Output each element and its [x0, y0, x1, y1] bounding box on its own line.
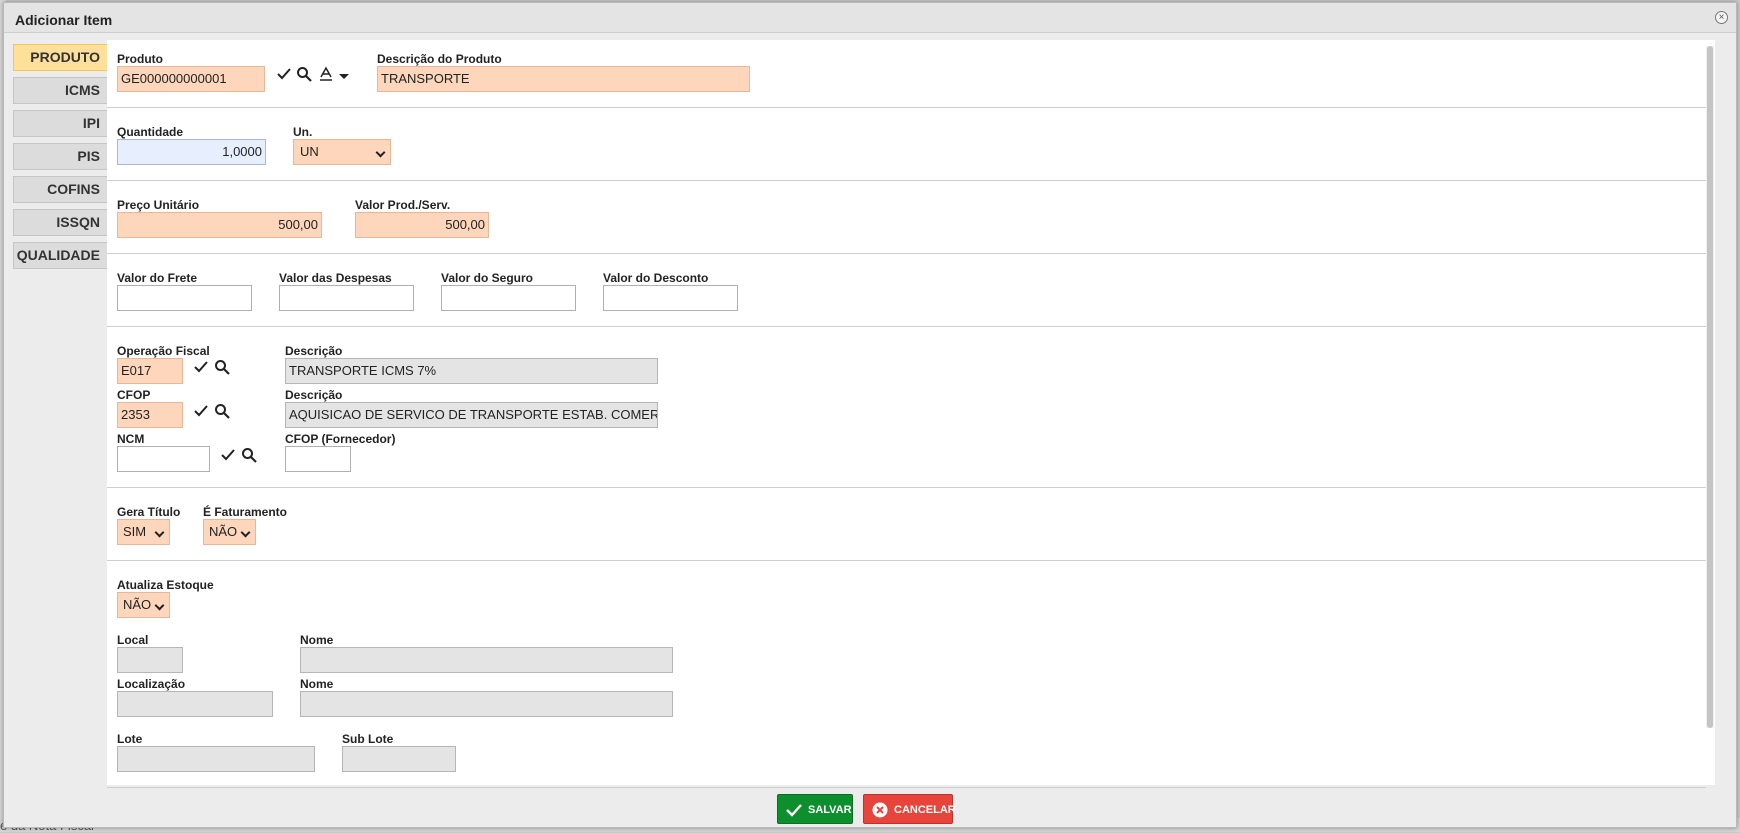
tab-pis[interactable]: PIS: [13, 143, 109, 170]
cfop-descricao-label: Descrição: [285, 388, 343, 402]
local-input: [117, 647, 183, 673]
atualiza-estoque-label: Atualiza Estoque: [117, 578, 214, 592]
preco-unitario-label: Preço Unitário: [117, 198, 200, 212]
text-format-icon[interactable]: [318, 66, 334, 82]
section-divider: [107, 253, 1706, 254]
scrollbar-thumb[interactable]: [1707, 46, 1713, 728]
cancel-button[interactable]: CANCELAR: [863, 794, 956, 824]
valor-prod-input[interactable]: 500,00: [355, 212, 489, 238]
operacao-descricao-input: TRANSPORTE ICMS 7%: [285, 358, 658, 384]
valor-frete-input[interactable]: [117, 285, 252, 311]
local-nome-input: [300, 647, 673, 673]
valor-desconto-input[interactable]: [603, 285, 738, 311]
faturamento-select[interactable]: NÃO: [203, 519, 256, 545]
valor-despesas-label: Valor das Despesas: [279, 271, 392, 285]
cancel-circle-icon: [872, 802, 888, 818]
unidade-select[interactable]: UN: [293, 139, 391, 165]
tab-issqn[interactable]: ISSQN: [13, 209, 109, 236]
valor-seguro-label: Valor do Seguro: [441, 271, 534, 285]
side-tabs: PRODUTO ICMS IPI PIS COFINS ISSQN QUALID…: [13, 44, 109, 275]
atualiza-estoque-select[interactable]: NÃO: [117, 592, 170, 618]
close-icon[interactable]: ×: [1715, 11, 1728, 24]
valor-prod-label: Valor Prod./Serv.: [355, 198, 451, 212]
operacao-fiscal-input[interactable]: E017: [117, 358, 183, 384]
search-icon[interactable]: [241, 447, 257, 463]
valor-seguro-input[interactable]: [441, 285, 576, 311]
section-divider: [107, 180, 1706, 181]
sublote-label: Sub Lote: [342, 732, 394, 746]
dialog-titlebar: Adicionar Item ×: [4, 3, 1736, 33]
local-label: Local: [117, 633, 149, 647]
descricao-produto-input[interactable]: TRANSPORTE: [377, 66, 750, 92]
check-icon[interactable]: [220, 447, 236, 463]
sublote-input: [342, 746, 456, 772]
dialog-title: Adicionar Item: [15, 12, 113, 28]
section-divider: [107, 787, 1706, 788]
search-icon[interactable]: [214, 359, 230, 375]
produto-label: Produto: [117, 52, 163, 66]
valor-frete-label: Valor do Frete: [117, 271, 198, 285]
search-icon[interactable]: [296, 66, 312, 82]
operacao-descricao-label: Descrição: [285, 344, 343, 358]
faturamento-label: É Faturamento: [203, 505, 288, 519]
tab-ipi[interactable]: IPI: [13, 110, 109, 137]
localizacao-nome-label: Nome: [300, 677, 334, 691]
localizacao-nome-input: [300, 691, 673, 717]
gera-titulo-label: Gera Título: [117, 505, 181, 519]
cancel-button-label: CANCELAR: [894, 804, 956, 816]
produto-input[interactable]: GE000000000001: [117, 66, 265, 92]
quantidade-label: Quantidade: [117, 125, 184, 139]
valor-desconto-label: Valor do Desconto: [603, 271, 709, 285]
localizacao-label: Localização: [117, 677, 186, 691]
cfop-fornecedor-label: CFOP (Fornecedor): [285, 432, 396, 446]
cfop-label: CFOP: [117, 388, 151, 402]
local-nome-label: Nome: [300, 633, 334, 647]
section-divider: [107, 107, 1706, 108]
unidade-label: Un.: [293, 125, 313, 139]
preco-unitario-input[interactable]: 500,00: [117, 212, 322, 238]
tab-qualidade[interactable]: QUALIDADE: [13, 242, 109, 269]
lote-input: [117, 746, 315, 772]
quantidade-input[interactable]: 1,0000: [117, 139, 266, 165]
tab-cofins[interactable]: COFINS: [13, 176, 109, 203]
chevron-down-icon[interactable]: [336, 68, 352, 84]
save-button-label: SALVAR: [808, 804, 852, 816]
cfop-descricao-input: AQUISICAO DE SERVICO DE TRANSPORTE ESTAB…: [285, 402, 658, 428]
descricao-produto-label: Descrição do Produto: [377, 52, 502, 66]
ncm-input[interactable]: [117, 446, 210, 472]
lote-label: Lote: [117, 732, 143, 746]
operacao-fiscal-label: Operação Fiscal: [117, 344, 210, 358]
valor-despesas-input[interactable]: [279, 285, 414, 311]
section-divider: [107, 326, 1706, 327]
section-divider: [107, 560, 1706, 561]
check-icon[interactable]: [193, 359, 209, 375]
check-icon[interactable]: [193, 403, 209, 419]
check-icon: [786, 804, 802, 817]
ncm-label: NCM: [117, 432, 145, 446]
cfop-input[interactable]: 2353: [117, 402, 183, 428]
check-icon[interactable]: [276, 66, 292, 82]
search-icon[interactable]: [214, 403, 230, 419]
tab-icms[interactable]: ICMS: [13, 77, 109, 104]
localizacao-input: [117, 691, 273, 717]
cfop-fornecedor-input[interactable]: [285, 446, 351, 472]
tab-produto[interactable]: PRODUTO: [13, 44, 109, 71]
section-divider: [107, 487, 1706, 488]
gera-titulo-select[interactable]: SIM: [117, 519, 170, 545]
save-button[interactable]: SALVAR: [777, 794, 853, 824]
